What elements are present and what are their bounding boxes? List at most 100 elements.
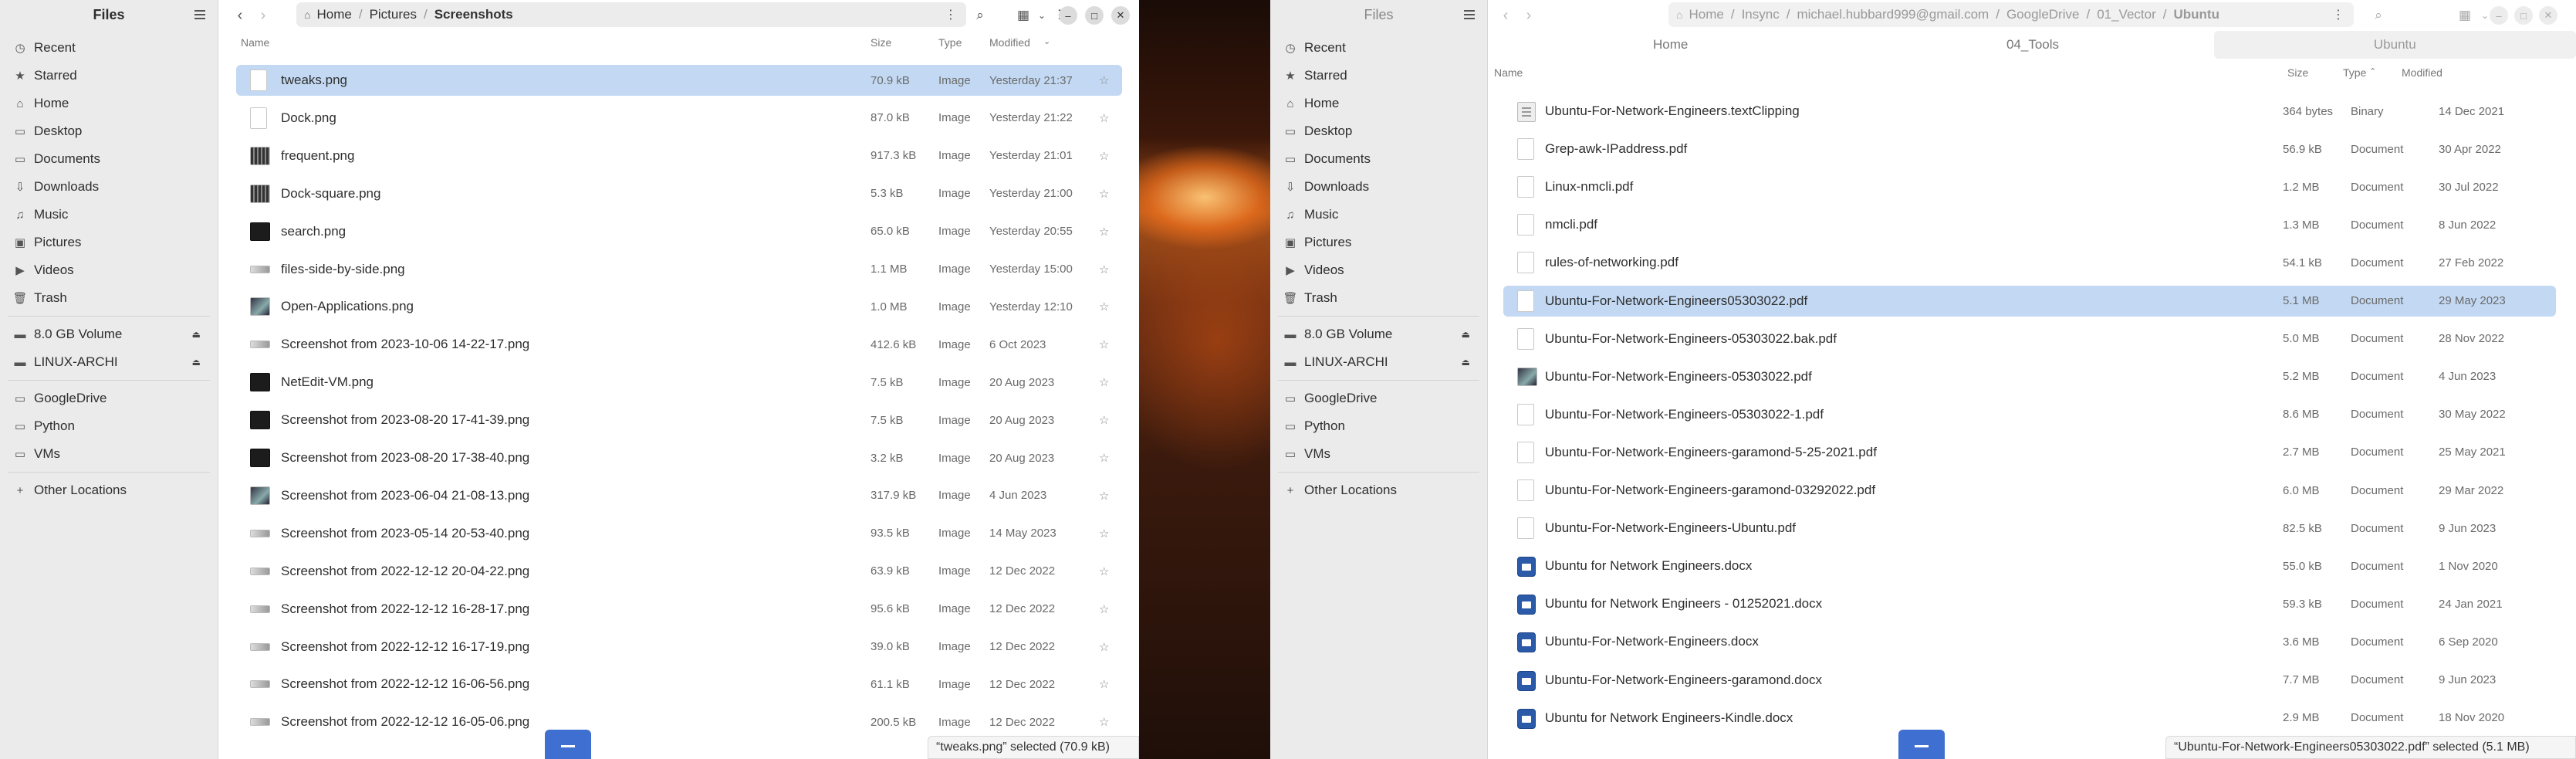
search-icon[interactable]: ⌕ (2368, 5, 2389, 26)
star-icon[interactable]: ☆ (1099, 263, 1109, 276)
forward-icon[interactable]: › (252, 4, 275, 27)
tab-04-tools[interactable]: 04_Tools (1851, 31, 2213, 59)
table-row[interactable]: Screenshot from 2022-12-12 20-04-22.png 6… (236, 556, 1122, 587)
column-modified[interactable]: Modified (989, 36, 1030, 49)
maximize-button[interactable]: □ (2514, 6, 2533, 25)
sidebar-item-music[interactable]: ♫ Music (0, 201, 218, 229)
hamburger-menu-icon[interactable] (193, 8, 207, 22)
sidebar-item-trash[interactable]: 🗑 Trash (1270, 284, 1487, 312)
star-icon[interactable]: ☆ (1099, 225, 1109, 239)
sidebar-item-desktop[interactable]: ▭ Desktop (1270, 117, 1487, 145)
sidebar-item-starred[interactable]: ★ Starred (0, 62, 218, 90)
search-icon[interactable]: ⌕ (969, 5, 991, 26)
sidebar-item-home[interactable]: ⌂ Home (0, 90, 218, 117)
table-row[interactable]: Ubuntu-For-Network-Engineers-garamond.do… (1503, 665, 2556, 696)
table-row[interactable]: Screenshot from 2022-12-12 16-05-06.png 2… (236, 706, 1122, 737)
table-row[interactable]: Dock.png 87.0 kB Image Yesterday 21:22 ☆ (236, 103, 1122, 134)
table-row[interactable]: Ubuntu-For-Network-Engineers.textClippin… (1503, 96, 2556, 127)
sidebar-item-downloads[interactable]: ⇩ Downloads (1270, 173, 1487, 201)
sidebar-item-googledrive[interactable]: ▭ GoogleDrive (0, 385, 218, 412)
star-icon[interactable]: ☆ (1099, 300, 1109, 313)
breadcrumb-item[interactable]: Home (1684, 7, 1728, 22)
column-modified[interactable]: Modified (2402, 66, 2442, 79)
eject-icon[interactable]: ⏏ (192, 357, 201, 368)
breadcrumb-item[interactable]: 01_Vector (2092, 7, 2161, 22)
sidebar-item-vms[interactable]: ▭ VMs (1270, 440, 1487, 468)
table-row[interactable]: Ubuntu-For-Network-Engineers-garamond-03… (1503, 475, 2556, 506)
sidebar-item-python[interactable]: ▭ Python (1270, 412, 1487, 440)
sidebar-item-pictures[interactable]: ▣ Pictures (1270, 229, 1487, 256)
sidebar-item-starred[interactable]: ★ Starred (1270, 62, 1487, 90)
table-row[interactable]: Ubuntu-For-Network-Engineers.docx 3.6 MB D… (1503, 626, 2556, 657)
eject-icon[interactable]: ⏏ (192, 329, 201, 340)
sidebar-item-downloads[interactable]: ⇩ Downloads (0, 173, 218, 201)
maximize-button[interactable]: □ (1085, 6, 1104, 25)
table-row[interactable]: Linux-nmcli.pdf 1.2 MB Document 30 Jul 2022 (1503, 171, 2556, 202)
table-row[interactable]: nmcli.pdf 1.3 MB Document 8 Jun 2022 (1503, 209, 2556, 240)
table-row[interactable]: Ubuntu-For-Network-Engineers-05303022.pd… (1503, 361, 2556, 392)
star-icon[interactable]: ☆ (1099, 640, 1109, 654)
star-icon[interactable]: ☆ (1099, 337, 1109, 351)
table-row[interactable]: Screenshot from 2022-12-12 16-06-56.png 6… (236, 669, 1122, 700)
back-icon[interactable]: ‹ (1494, 4, 1517, 27)
table-row[interactable]: Ubuntu for Network Engineers-Kindle.docx… (1503, 703, 2556, 734)
table-row[interactable]: Ubuntu-For-Network-Engineers-05303022.ba… (1503, 324, 2556, 354)
sidebar-item-documents[interactable]: ▭ Documents (0, 145, 218, 173)
star-icon[interactable]: ☆ (1099, 715, 1109, 729)
sidebar-item-linux-archi[interactable]: ▬ LINUX-ARCHI ⏏ (1270, 348, 1487, 376)
column-size[interactable]: Size (870, 36, 891, 49)
sidebar-item-8-0-gb-volume[interactable]: ▬ 8.0 GB Volume ⏏ (0, 320, 218, 348)
table-row[interactable]: Ubuntu-For-Network-Engineers05303022.pdf… (1503, 285, 2556, 317)
table-row[interactable]: search.png 65.0 kB Image Yesterday 20:55 ☆ (236, 216, 1122, 247)
sidebar-item-linux-archi[interactable]: ▬ LINUX-ARCHI ⏏ (0, 348, 218, 376)
table-row[interactable]: Ubuntu for Network Engineers - 01252021.… (1503, 588, 2556, 619)
sidebar-item-recent[interactable]: ◷ Recent (0, 34, 218, 62)
breadcrumb-item[interactable]: Home (312, 7, 356, 22)
minimize-button[interactable]: – (2490, 6, 2508, 25)
sidebar-item-python[interactable]: ▭ Python (0, 412, 218, 440)
breadcrumb-item[interactable]: michael.hubbard999@gmail.com (1792, 7, 1993, 22)
tab-ubuntu[interactable]: Ubuntu (2213, 31, 2576, 59)
table-row[interactable]: Screenshot from 2023-06-04 21-08-13.png 3… (236, 480, 1122, 511)
forward-icon[interactable]: › (1517, 4, 1540, 27)
star-icon[interactable]: ☆ (1099, 149, 1109, 163)
sidebar-item-recent[interactable]: ◷ Recent (1270, 34, 1487, 62)
more-options-icon[interactable]: ⋮ (2332, 7, 2344, 22)
breadcrumb-item[interactable]: GoogleDrive (2002, 7, 2084, 22)
table-row[interactable]: Screenshot from 2022-12-12 16-17-19.png 3… (236, 632, 1122, 662)
sidebar-item-documents[interactable]: ▭ Documents (1270, 145, 1487, 173)
sidebar-item-home[interactable]: ⌂ Home (1270, 90, 1487, 117)
table-row[interactable]: Screenshot from 2022-12-12 16-28-17.png 9… (236, 594, 1122, 625)
sidebar-item-pictures[interactable]: ▣ Pictures (0, 229, 218, 256)
more-options-icon[interactable]: ⋮ (945, 7, 957, 22)
table-row[interactable]: Ubuntu-For-Network-Engineers-garamond-5-… (1503, 437, 2556, 468)
view-grid-icon[interactable]: ▦ (2454, 5, 2476, 26)
breadcrumb-item[interactable]: Insync (1737, 7, 1784, 22)
star-icon[interactable]: ☆ (1099, 451, 1109, 465)
close-button[interactable]: ✕ (2539, 6, 2557, 25)
table-row[interactable]: frequent.png 917.3 kB Image Yesterday 21:01… (236, 141, 1122, 171)
sidebar-item-other-locations[interactable]: + Other Locations (0, 476, 218, 504)
tab-home[interactable]: Home (1489, 31, 1851, 59)
table-row[interactable]: Screenshot from 2023-05-14 20-53-40.png 9… (236, 518, 1122, 549)
eject-icon[interactable]: ⏏ (1462, 329, 1470, 340)
star-icon[interactable]: ☆ (1099, 375, 1109, 389)
table-row[interactable]: Ubuntu-For-Network-Engineers-05303022-1.… (1503, 399, 2556, 430)
star-icon[interactable]: ☆ (1099, 602, 1109, 616)
table-row[interactable]: Screenshot from 2023-10-06 14-22-17.png 4… (236, 329, 1122, 360)
sidebar-item-music[interactable]: ♫ Music (1270, 201, 1487, 229)
close-button[interactable]: ✕ (1111, 6, 1130, 25)
hamburger-menu-icon[interactable] (1462, 8, 1476, 22)
back-icon[interactable]: ‹ (228, 4, 252, 27)
sidebar-item-vms[interactable]: ▭ VMs (0, 440, 218, 468)
table-row[interactable]: Screenshot from 2023-08-20 17-41-39.png 7… (236, 405, 1122, 435)
breadcrumb-item[interactable]: Screenshots (430, 7, 518, 22)
sidebar-item-googledrive[interactable]: ▭ GoogleDrive (1270, 385, 1487, 412)
breadcrumb-item[interactable]: Ubuntu (2169, 7, 2223, 22)
column-size[interactable]: Size (2287, 66, 2308, 79)
minimize-button[interactable]: – (1059, 6, 1077, 25)
sidebar-item-videos[interactable]: ▶ Videos (1270, 256, 1487, 284)
table-row[interactable]: rules-of-networking.pdf 54.1 kB Document 27… (1503, 247, 2556, 278)
star-icon[interactable]: ☆ (1099, 187, 1109, 201)
sidebar-item-desktop[interactable]: ▭ Desktop (0, 117, 218, 145)
